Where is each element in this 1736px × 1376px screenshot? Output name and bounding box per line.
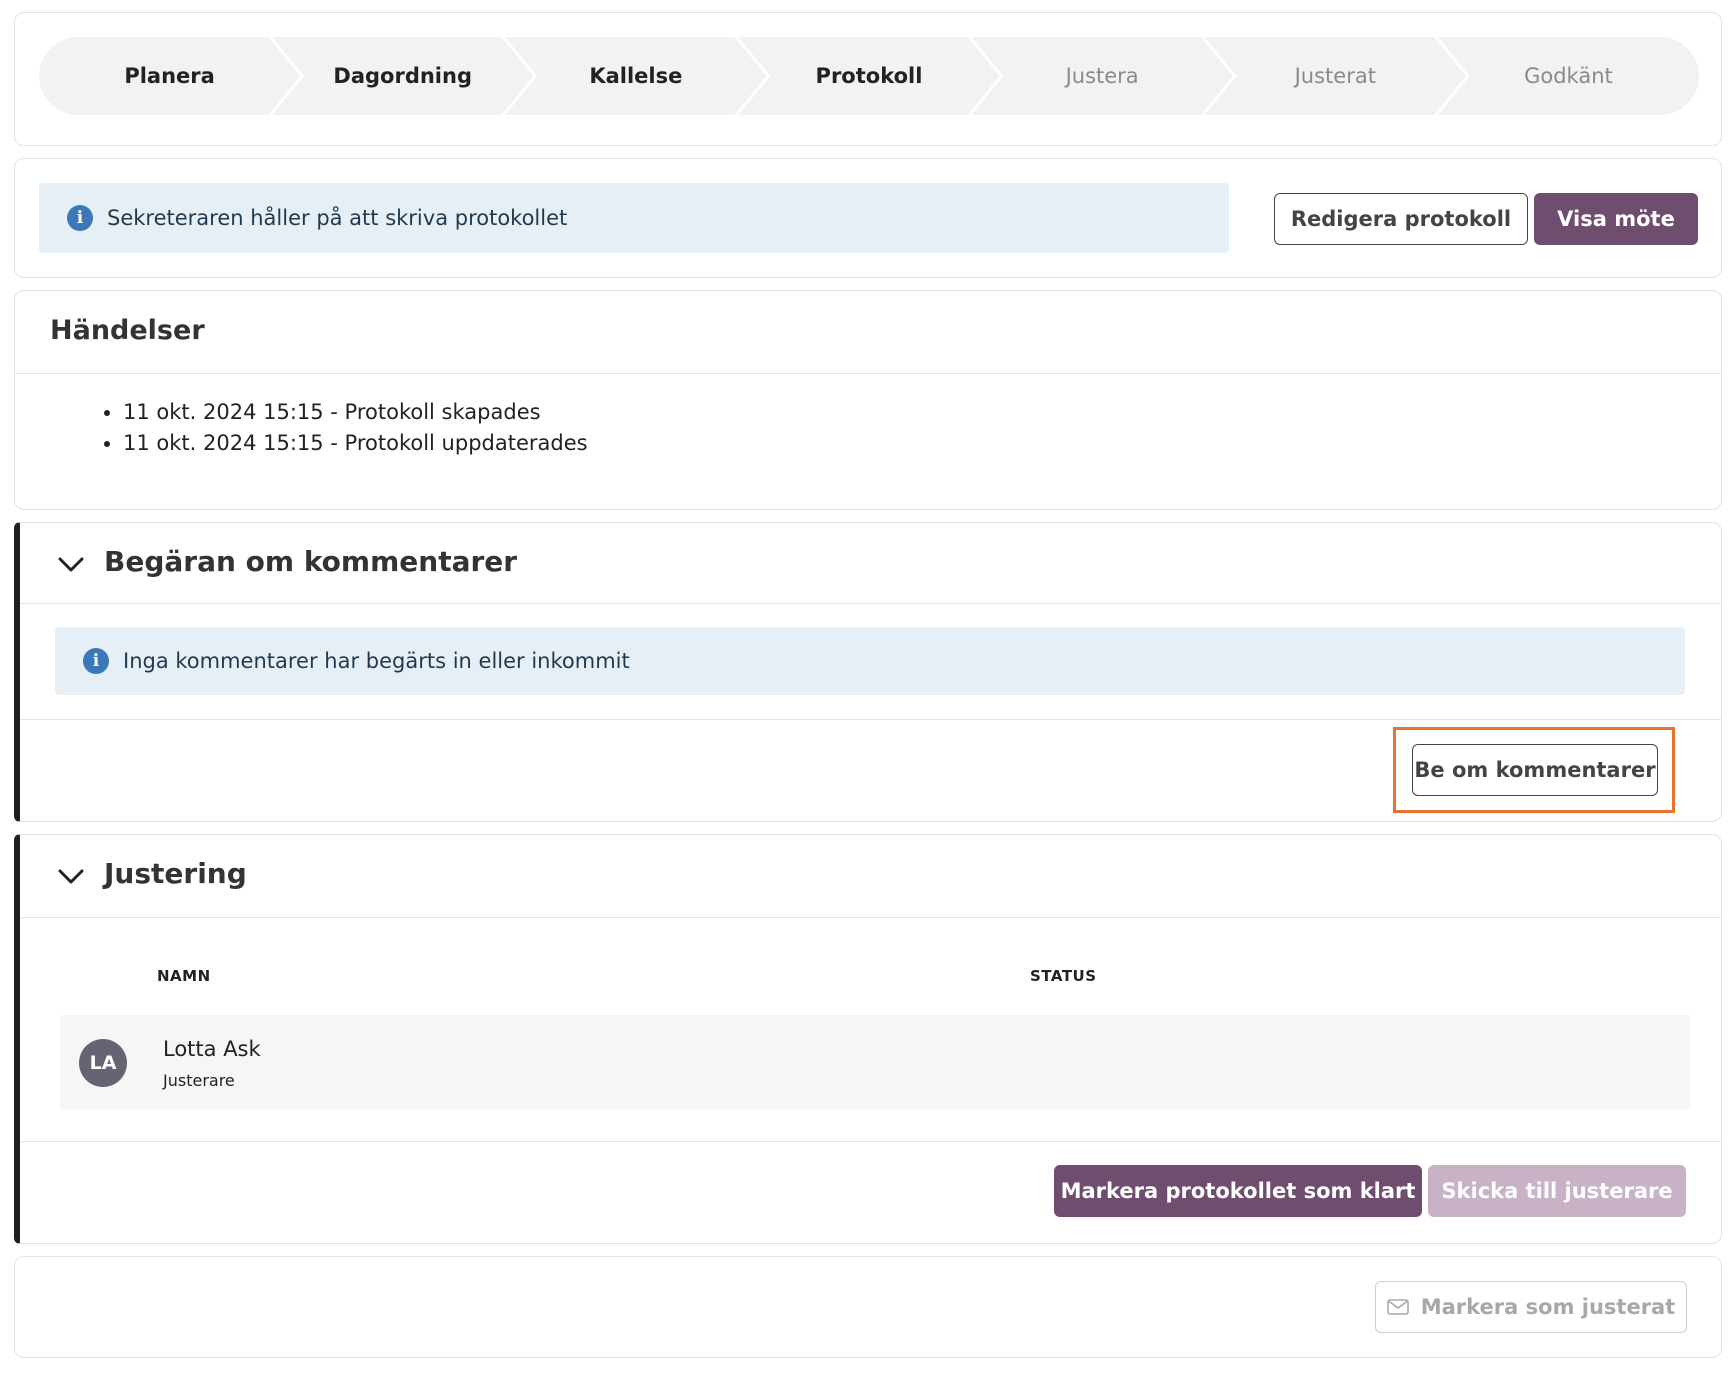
justering-title[interactable]: Justering [104, 857, 247, 890]
divider [20, 603, 1721, 604]
mark-as-adjusted-button: Markera som justerat [1375, 1281, 1687, 1333]
justering-section: Justering NAMN STATUS LA Lotta Ask Juste… [14, 834, 1722, 1244]
step-protokoll[interactable]: Protokoll [738, 37, 999, 115]
divider [20, 1141, 1721, 1142]
divider [20, 917, 1721, 918]
table-row: LA Lotta Ask Justerare [60, 1015, 1690, 1109]
events-list: 11 okt. 2024 15:15 - Protokoll skapades … [97, 397, 588, 459]
step-justerat: Justerat [1205, 37, 1466, 115]
request-comments-button[interactable]: Be om kommentarer [1412, 744, 1658, 796]
column-header-status: STATUS [1030, 967, 1097, 985]
view-meeting-button[interactable]: Visa möte [1534, 193, 1698, 245]
status-info-box: i Sekreteraren håller på att skriva prot… [39, 183, 1229, 253]
info-icon: i [67, 205, 93, 231]
step-label: Kallelse [589, 64, 683, 88]
envelope-icon [1386, 1299, 1409, 1315]
workflow-stepper: Planera Dagordning Kallelse Protokoll Ju… [39, 37, 1699, 115]
adjustment-footer-card: Markera som justerat [14, 1256, 1722, 1358]
info-icon: i [83, 648, 109, 674]
workflow-stepper-card: Planera Dagordning Kallelse Protokoll Ju… [14, 12, 1722, 146]
comments-section: Begäran om kommentarer i Inga kommentare… [14, 522, 1722, 822]
mark-protocol-ready-button[interactable]: Markera protokollet som klart [1054, 1165, 1422, 1217]
step-label: Godkänt [1524, 64, 1613, 88]
step-kallelse[interactable]: Kallelse [505, 37, 766, 115]
edit-protocol-button[interactable]: Redigera protokoll [1274, 193, 1528, 245]
mark-as-adjusted-label: Markera som justerat [1420, 1295, 1676, 1319]
step-dagordning[interactable]: Dagordning [272, 37, 533, 115]
comments-info-box: i Inga kommentarer har begärts in eller … [55, 627, 1685, 695]
chevron-down-icon[interactable] [58, 869, 84, 885]
events-card: Händelser 11 okt. 2024 15:15 - Protokoll… [14, 290, 1722, 510]
step-label: Dagordning [333, 64, 472, 88]
divider [20, 719, 1721, 720]
step-label: Justerat [1294, 64, 1376, 88]
send-to-adjusters-button: Skicka till justerare [1428, 1165, 1686, 1217]
step-label: Protokoll [815, 64, 923, 88]
comments-title[interactable]: Begäran om kommentarer [104, 545, 517, 578]
event-item: 11 okt. 2024 15:15 - Protokoll skapades [123, 397, 588, 428]
divider [15, 373, 1721, 374]
status-message: Sekreteraren håller på att skriva protok… [107, 206, 568, 230]
person-name: Lotta Ask [163, 1037, 261, 1061]
avatar: LA [79, 1039, 127, 1087]
column-header-name: NAMN [157, 967, 211, 985]
chevron-down-icon[interactable] [58, 557, 84, 573]
comments-info-message: Inga kommentarer har begärts in eller in… [123, 649, 630, 673]
step-planera[interactable]: Planera [39, 37, 300, 115]
status-card: i Sekreteraren håller på att skriva prot… [14, 158, 1722, 278]
step-label: Planera [124, 64, 215, 88]
step-justera: Justera [972, 37, 1233, 115]
events-title: Händelser [50, 315, 205, 346]
event-item: 11 okt. 2024 15:15 - Protokoll uppdatera… [123, 428, 588, 459]
step-label: Justera [1065, 64, 1139, 88]
person-role: Justerare [163, 1071, 235, 1090]
step-godkant: Godkänt [1437, 37, 1699, 115]
